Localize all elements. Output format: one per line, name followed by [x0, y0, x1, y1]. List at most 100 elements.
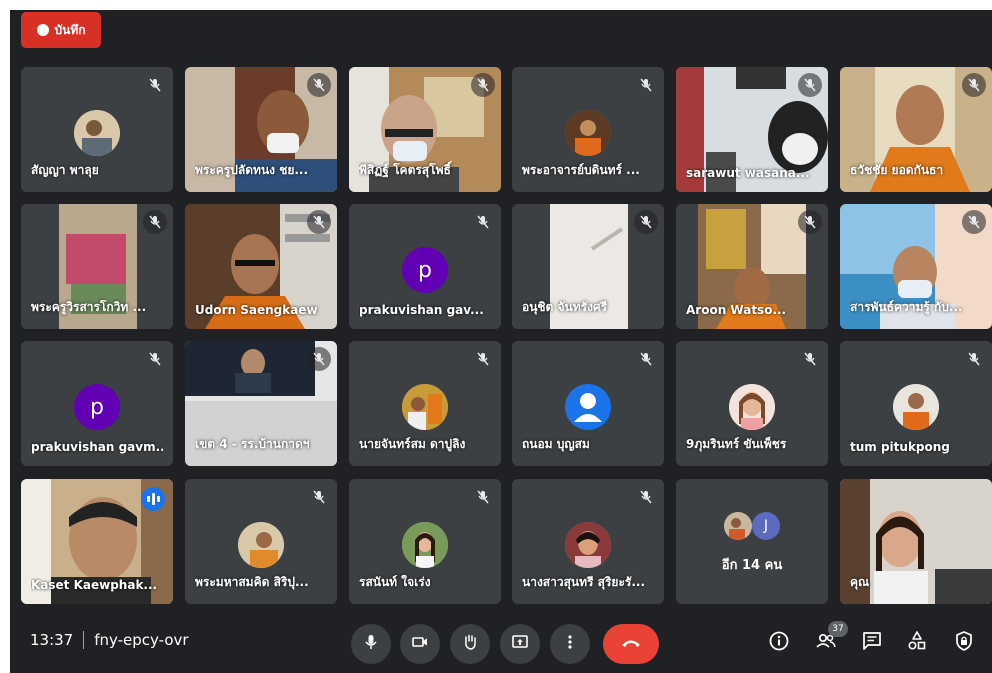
- participant-avatar-letter: p: [74, 384, 120, 430]
- participant-tile[interactable]: เขต 4 - รร.บ้านกาดฯ: [185, 341, 337, 466]
- participant-tile[interactable]: อนุชิต จันทรังศรี: [512, 204, 664, 329]
- mic-button[interactable]: [351, 624, 391, 664]
- participant-name: prakuvishan gavm...: [31, 440, 163, 454]
- mic-off-icon: [143, 347, 167, 371]
- participant-avatar: [565, 522, 611, 568]
- meeting-code: fny-epcy-ovr: [94, 631, 189, 649]
- activities-button[interactable]: [903, 629, 931, 657]
- video-camera-icon: [411, 633, 429, 655]
- divider: [83, 631, 85, 649]
- participant-avatar: [724, 512, 752, 540]
- participant-tile[interactable]: สารพันธ์ความรู้ กับ...: [840, 204, 992, 329]
- participant-tile[interactable]: ถนอม บุญสม: [512, 341, 664, 466]
- participant-tile[interactable]: พีสิฏฐ์ โคตรสุโพธิ์: [349, 67, 501, 192]
- mic-off-icon: [307, 73, 331, 97]
- participant-name: พีสิฏฐ์ โคตรสุโพธิ์: [359, 163, 451, 177]
- raise-hand-button[interactable]: [450, 624, 490, 664]
- bottom-toolbar: 13:37 fny-epcy-ovr 37: [10, 610, 992, 673]
- participant-name: ถนอม บุญสม: [522, 437, 590, 451]
- speaking-indicator-icon: [141, 487, 165, 511]
- participant-name: คุณ: [850, 575, 870, 589]
- people-count-badge: 37: [828, 621, 848, 637]
- mic-off-icon: [962, 73, 986, 97]
- participant-tile[interactable]: นางสาวสุนทรี สุริยะรั...: [512, 479, 664, 604]
- participant-tile[interactable]: Udorn Saengkaew: [185, 204, 337, 329]
- participant-tile[interactable]: พระครูวิรสารโกวิท ...: [21, 204, 173, 329]
- mic-off-icon: [471, 485, 495, 509]
- participant-name: นางสาวสุนทรี สุริยะรั...: [522, 575, 646, 589]
- leave-call-button[interactable]: [603, 624, 659, 664]
- mic-off-icon: [798, 73, 822, 97]
- participant-name: 9ภุมรินทร์ ขันเพ็ชร: [686, 437, 787, 451]
- mic-off-icon: [798, 210, 822, 234]
- participant-tile[interactable]: นายจันทร์สม ดาปูลิง: [349, 341, 501, 466]
- camera-button[interactable]: [400, 624, 440, 664]
- mic-off-icon: [143, 210, 167, 234]
- record-button[interactable]: บันทึก: [21, 12, 101, 48]
- participant-tile[interactable]: สัญญา พาลุย: [21, 67, 173, 192]
- meeting-details-button[interactable]: [765, 629, 793, 657]
- participant-tile[interactable]: 9ภุมรินทร์ ขันเพ็ชร: [676, 341, 828, 466]
- participant-tile[interactable]: ธวัชชัย ยอดกันธา: [840, 67, 992, 192]
- mic-off-icon: [307, 485, 331, 509]
- participant-name: พระอาจารย์บดินทร์ ...: [522, 163, 640, 177]
- mic-off-icon: [471, 347, 495, 371]
- participant-avatar: [565, 110, 611, 156]
- participant-avatar: [893, 384, 939, 430]
- hand-icon: [461, 633, 479, 655]
- participant-name: ธวัชชัย ยอดกันธา: [850, 163, 944, 177]
- host-controls-button[interactable]: [950, 629, 978, 657]
- mic-off-icon: [962, 347, 986, 371]
- shield-lock-icon: [953, 630, 975, 656]
- participant-name: prakuvishan gav...: [359, 303, 484, 317]
- more-participants-tile[interactable]: J อีก 14 คน: [676, 479, 828, 604]
- participant-name: สัญญา พาลุย: [31, 163, 99, 177]
- present-screen-button[interactable]: [500, 624, 540, 664]
- chat-icon: [861, 630, 883, 656]
- mic-off-icon: [307, 210, 331, 234]
- participant-name: พระมหาสมคิด สิริปุ...: [195, 575, 309, 589]
- mic-off-icon: [143, 73, 167, 97]
- self-view-tile[interactable]: คุณ: [840, 479, 992, 604]
- mic-off-icon: [471, 73, 495, 97]
- meet-window: บันทึก สัญญา พาลุย พระครูปลัดทนง ชย... พ…: [10, 10, 992, 673]
- mic-off-icon: [634, 485, 658, 509]
- participant-tile[interactable]: พระอาจารย์บดินทร์ ...: [512, 67, 664, 192]
- participant-name: tum pitukpong: [850, 440, 950, 454]
- present-screen-icon: [511, 633, 529, 655]
- mic-off-icon: [307, 347, 331, 371]
- participant-tile-active-speaker[interactable]: Kaset Kaewphak...: [21, 479, 173, 604]
- mic-off-icon: [634, 347, 658, 371]
- participant-name: พระครูวิรสารโกวิท ...: [31, 300, 147, 314]
- people-button[interactable]: 37: [812, 621, 848, 657]
- hang-up-icon: [620, 635, 642, 654]
- participant-avatar: [402, 522, 448, 568]
- clock-time: 13:37: [30, 631, 74, 649]
- mic-off-icon: [471, 210, 495, 234]
- record-dot-icon: [36, 24, 49, 36]
- more-options-button[interactable]: [550, 624, 590, 664]
- participant-tile[interactable]: Aroon Watso...: [676, 204, 828, 329]
- more-participants-label: อีก 14 คน: [721, 558, 783, 573]
- participant-tile[interactable]: พระครูปลัดทนง ชย...: [185, 67, 337, 192]
- participant-avatar-letter: p: [402, 247, 448, 293]
- participant-tile[interactable]: p prakuvishan gav...: [349, 204, 501, 329]
- participant-tile[interactable]: รสนันท์ ใจเร่ง: [349, 479, 501, 604]
- mic-off-icon: [634, 210, 658, 234]
- participant-tile[interactable]: tum pitukpong: [840, 341, 992, 466]
- participant-avatar: [729, 384, 775, 430]
- participant-tile[interactable]: sarawut wasana...: [676, 67, 828, 192]
- mic-off-icon: [634, 73, 658, 97]
- default-avatar-icon: [565, 384, 611, 430]
- participant-name: Udorn Saengkaew: [195, 303, 318, 317]
- participant-tile[interactable]: p prakuvishan gavm...: [21, 341, 173, 466]
- participant-avatar-letter: J: [752, 512, 780, 540]
- participant-name: อนุชิต จันทรังศรี: [522, 300, 608, 314]
- record-label: บันทึก: [54, 22, 86, 37]
- participant-avatar: [74, 110, 120, 156]
- more-vertical-icon: [561, 633, 579, 655]
- participant-name: สารพันธ์ความรู้ กับ...: [850, 300, 963, 314]
- participant-tile[interactable]: พระมหาสมคิด สิริปุ...: [185, 479, 337, 604]
- mic-off-icon: [962, 210, 986, 234]
- chat-button[interactable]: [858, 629, 886, 657]
